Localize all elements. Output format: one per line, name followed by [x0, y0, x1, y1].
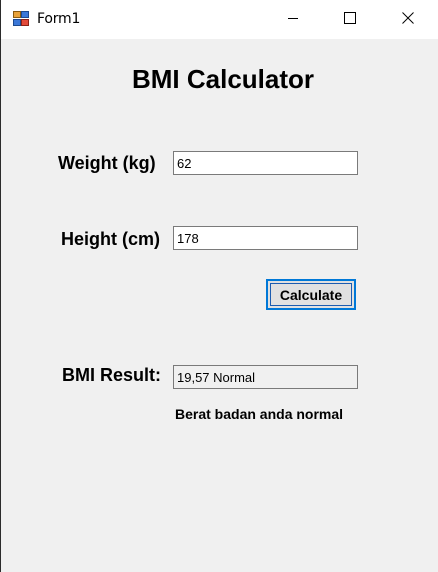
minimize-button[interactable]	[270, 0, 316, 39]
window-title: Form1	[37, 11, 81, 27]
form1-window: Form1 BMI Calculator Weight (kg) Height …	[0, 0, 438, 572]
maximize-button[interactable]	[327, 0, 373, 39]
title-bar[interactable]: Form1	[1, 0, 438, 39]
height-input[interactable]	[173, 226, 358, 250]
height-label: Height (cm)	[61, 229, 160, 249]
close-button[interactable]	[385, 0, 431, 39]
calculate-button[interactable]: Calculate	[266, 279, 356, 310]
result-message: Berat badan anda normal	[175, 406, 344, 422]
minimize-icon	[287, 11, 299, 29]
weight-input[interactable]	[173, 151, 358, 175]
page-title: BMI Calculator	[131, 64, 315, 94]
form-app-icon[interactable]	[13, 11, 30, 27]
maximize-icon	[344, 11, 356, 29]
close-icon	[402, 11, 414, 29]
calculate-button-label: Calculate	[270, 283, 352, 306]
bmi-result-field[interactable]	[173, 365, 358, 389]
bmi-result-label: BMI Result:	[62, 365, 161, 385]
weight-label: Weight (kg)	[58, 153, 156, 173]
